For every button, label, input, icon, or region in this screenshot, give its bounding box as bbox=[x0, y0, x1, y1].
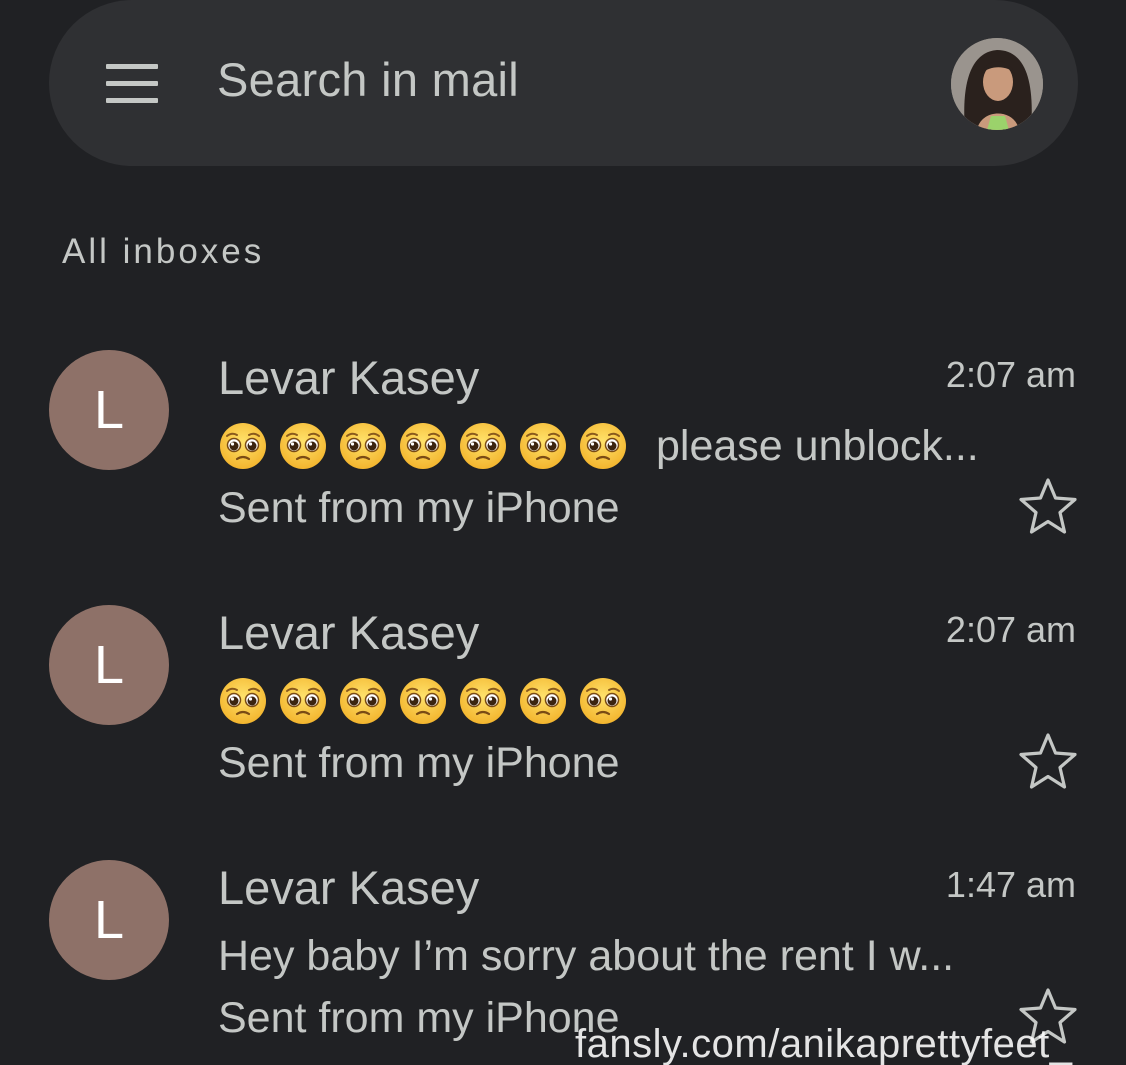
email-row[interactable]: L Levar Kasey 2:07 am please unblock... Sent… bbox=[0, 350, 1126, 590]
hamburger-menu-icon[interactable] bbox=[103, 64, 161, 104]
sender-avatar[interactable]: L bbox=[49, 350, 169, 470]
email-subject: Hey baby I’m sorry about the rent I w... bbox=[218, 926, 954, 986]
sender-name: Levar Kasey bbox=[218, 606, 480, 659]
pleading-face-emoji-icon bbox=[340, 678, 386, 724]
star-icon[interactable] bbox=[1018, 731, 1078, 791]
pleading-face-emoji-icon bbox=[580, 423, 626, 469]
pleading-face-emoji-icon bbox=[340, 423, 386, 469]
sender-initial: L bbox=[93, 890, 125, 950]
pleading-face-emoji-icon bbox=[280, 423, 326, 469]
email-subject bbox=[218, 671, 638, 731]
email-subject-text: please unblock... bbox=[656, 421, 979, 470]
sender-avatar[interactable]: L bbox=[49, 860, 169, 980]
email-row[interactable]: L Levar Kasey 2:07 am Sent from my iPhone bbox=[0, 605, 1126, 845]
email-snippet: Sent from my iPhone bbox=[218, 484, 620, 532]
email-snippet: Sent from my iPhone bbox=[218, 739, 620, 787]
gmail-inbox-screen: Search in mail All inboxes L Levar Kasey 2… bbox=[0, 0, 1126, 1065]
email-subject: please unblock... bbox=[218, 416, 979, 476]
email-subject-text: Hey baby I’m sorry about the rent I w... bbox=[218, 931, 955, 980]
sender-initial: L bbox=[93, 380, 125, 440]
email-snippet: Sent from my iPhone bbox=[218, 994, 620, 1042]
pleading-face-emoji-icon bbox=[520, 678, 566, 724]
email-time: 2:07 am bbox=[945, 609, 1076, 650]
pleading-face-emoji-icon bbox=[460, 423, 506, 469]
pleading-face-emoji-icon bbox=[580, 678, 626, 724]
search-bar[interactable] bbox=[49, 0, 1078, 166]
pleading-face-emoji-icon bbox=[280, 678, 326, 724]
email-time: 1:47 am bbox=[945, 864, 1076, 905]
pleading-face-emoji-icon bbox=[460, 678, 506, 724]
star-icon[interactable] bbox=[1018, 476, 1078, 536]
search-input[interactable]: Search in mail bbox=[217, 52, 519, 107]
pleading-face-emoji-icon bbox=[220, 678, 266, 724]
pleading-face-emoji-icon bbox=[400, 678, 446, 724]
email-time: 2:07 am bbox=[945, 354, 1076, 395]
sender-name: Levar Kasey bbox=[218, 861, 480, 914]
pleading-face-emoji-icon bbox=[520, 423, 566, 469]
pleading-face-emoji-icon bbox=[220, 423, 266, 469]
sender-name: Levar Kasey bbox=[218, 351, 480, 404]
watermark-text: fansly.com/anikaprettyfeet_ bbox=[575, 1022, 1073, 1065]
account-avatar[interactable] bbox=[951, 38, 1043, 130]
sender-avatar[interactable]: L bbox=[49, 605, 169, 725]
pleading-face-emoji-icon bbox=[400, 423, 446, 469]
section-label: All inboxes bbox=[62, 232, 265, 271]
sender-initial: L bbox=[93, 635, 125, 695]
